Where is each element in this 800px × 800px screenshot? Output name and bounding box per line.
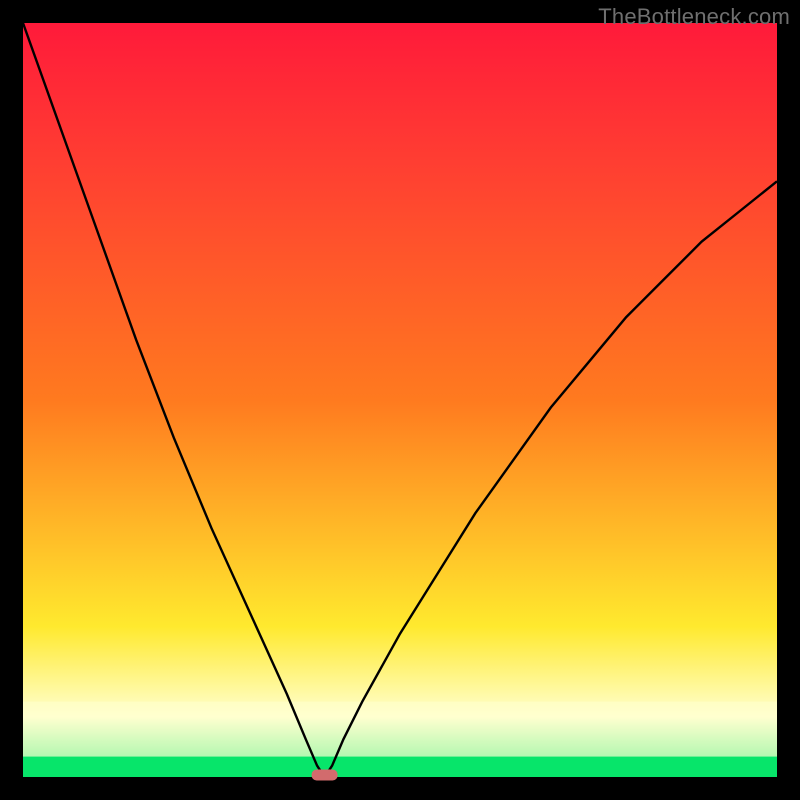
bottleneck-chart [0,0,800,800]
pale-band [23,702,777,757]
min-marker [312,770,338,781]
green-band [23,757,777,777]
plot-background [23,23,777,777]
watermark-text: TheBottleneck.com [598,4,790,30]
